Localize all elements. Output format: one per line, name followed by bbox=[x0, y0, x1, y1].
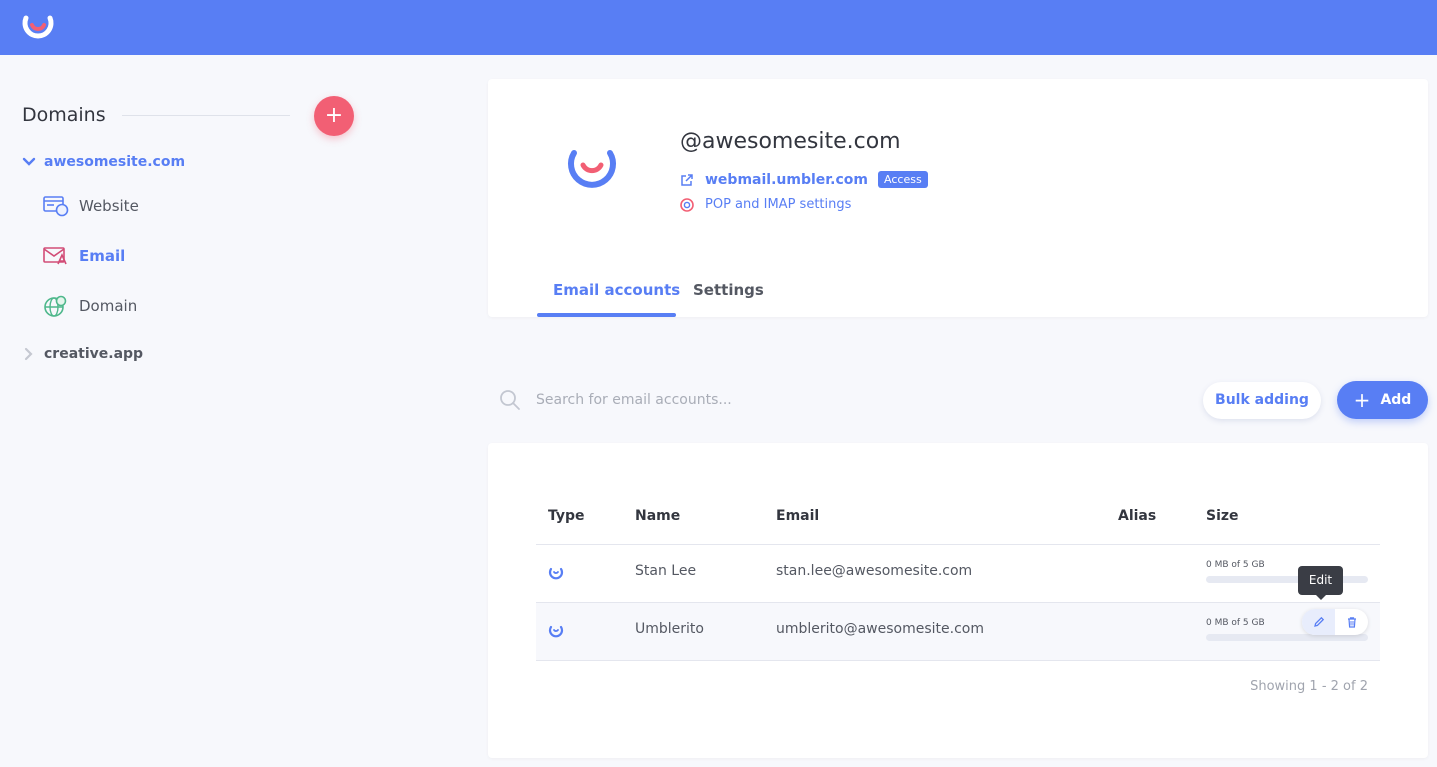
chevron-down-icon bbox=[22, 157, 36, 166]
website-icon bbox=[43, 194, 69, 218]
sidebar-domain-label: creative.app bbox=[44, 346, 144, 362]
sidebar-domain-label: awesomesite.com bbox=[44, 154, 186, 170]
add-button-label: Add bbox=[1380, 392, 1412, 408]
edit-button[interactable] bbox=[1302, 609, 1335, 635]
edit-tooltip: Edit bbox=[1298, 566, 1343, 600]
sidebar-item-email[interactable]: Email bbox=[43, 244, 125, 268]
tab-email-accounts[interactable]: Email accounts bbox=[553, 281, 680, 299]
sidebar-item-website[interactable]: Website bbox=[43, 194, 139, 218]
external-link-icon bbox=[681, 173, 693, 186]
active-tab-indicator bbox=[537, 313, 676, 317]
umbler-logo-icon[interactable] bbox=[20, 10, 56, 44]
top-bar bbox=[0, 0, 1437, 55]
sidebar-item-label: Website bbox=[79, 197, 139, 215]
column-header-size: Size bbox=[1206, 508, 1239, 524]
row-email: stan.lee@awesomesite.com bbox=[776, 563, 973, 579]
plus-icon: + bbox=[1353, 388, 1371, 412]
sidebar-item-label: Email bbox=[79, 247, 126, 265]
column-header-alias: Alias bbox=[1118, 508, 1157, 524]
page-title: @awesomesite.com bbox=[680, 129, 901, 154]
sidebar-item-label: Domain bbox=[79, 297, 138, 315]
access-badge[interactable]: Access bbox=[878, 171, 928, 188]
sidebar: Domains + awesomesite.com Website Email … bbox=[0, 55, 470, 767]
search-icon bbox=[500, 390, 520, 410]
webmail-link[interactable]: webmail.umbler.com bbox=[705, 172, 868, 188]
add-domain-button[interactable]: + bbox=[314, 96, 354, 136]
row-actions bbox=[1302, 609, 1368, 635]
email-accounts-card: Type Name Email Alias Size Stan Lee stan… bbox=[488, 443, 1428, 758]
sidebar-item-domain[interactable]: Domain bbox=[43, 294, 137, 318]
table-row[interactable]: Stan Lee stan.lee@awesomesite.com 0 MB o… bbox=[536, 545, 1380, 602]
column-header-name: Name bbox=[635, 508, 681, 524]
sidebar-domain-creative[interactable]: creative.app bbox=[22, 346, 143, 362]
trash-icon bbox=[1347, 617, 1356, 628]
row-email: umblerito@awesomesite.com bbox=[776, 621, 984, 637]
pencil-icon bbox=[1313, 616, 1324, 627]
sidebar-domain-awesomesite[interactable]: awesomesite.com bbox=[22, 154, 185, 170]
globe-icon bbox=[43, 294, 69, 318]
lifebuoy-icon bbox=[680, 197, 694, 212]
pop-imap-link[interactable]: POP and IMAP settings bbox=[705, 197, 851, 212]
pop-imap-row: POP and IMAP settings bbox=[680, 197, 851, 212]
sidebar-title: Domains bbox=[22, 104, 106, 126]
domain-header-card: @awesomesite.com webmail.umbler.com Acce… bbox=[488, 79, 1428, 317]
pagination-info: Showing 1 - 2 of 2 bbox=[1250, 679, 1368, 694]
size-progress-bar bbox=[1206, 634, 1368, 641]
row-name: Stan Lee bbox=[635, 563, 697, 579]
add-email-button[interactable]: + Add bbox=[1337, 381, 1428, 419]
search-input[interactable] bbox=[528, 384, 1048, 416]
row-size: 0 MB of 5 GB bbox=[1206, 560, 1265, 570]
sidebar-divider bbox=[122, 115, 290, 116]
umbler-mail-icon bbox=[548, 567, 564, 580]
column-header-email: Email bbox=[776, 508, 820, 524]
umbler-logo-icon bbox=[568, 150, 616, 188]
size-progress-bar bbox=[1206, 576, 1368, 583]
chevron-right-icon bbox=[24, 347, 33, 361]
table-divider bbox=[536, 660, 1380, 661]
umbler-mail-icon bbox=[548, 625, 564, 638]
bulk-adding-button[interactable]: Bulk adding bbox=[1203, 382, 1321, 419]
email-icon bbox=[43, 244, 69, 268]
tab-settings[interactable]: Settings bbox=[693, 281, 764, 299]
webmail-row: webmail.umbler.com Access bbox=[680, 171, 928, 188]
table-row[interactable]: Umblerito umblerito@awesomesite.com 0 MB… bbox=[536, 603, 1380, 660]
column-header-type: Type bbox=[548, 508, 585, 524]
delete-button[interactable] bbox=[1335, 609, 1368, 635]
row-name: Umblerito bbox=[635, 621, 704, 637]
row-size: 0 MB of 5 GB bbox=[1206, 618, 1265, 628]
